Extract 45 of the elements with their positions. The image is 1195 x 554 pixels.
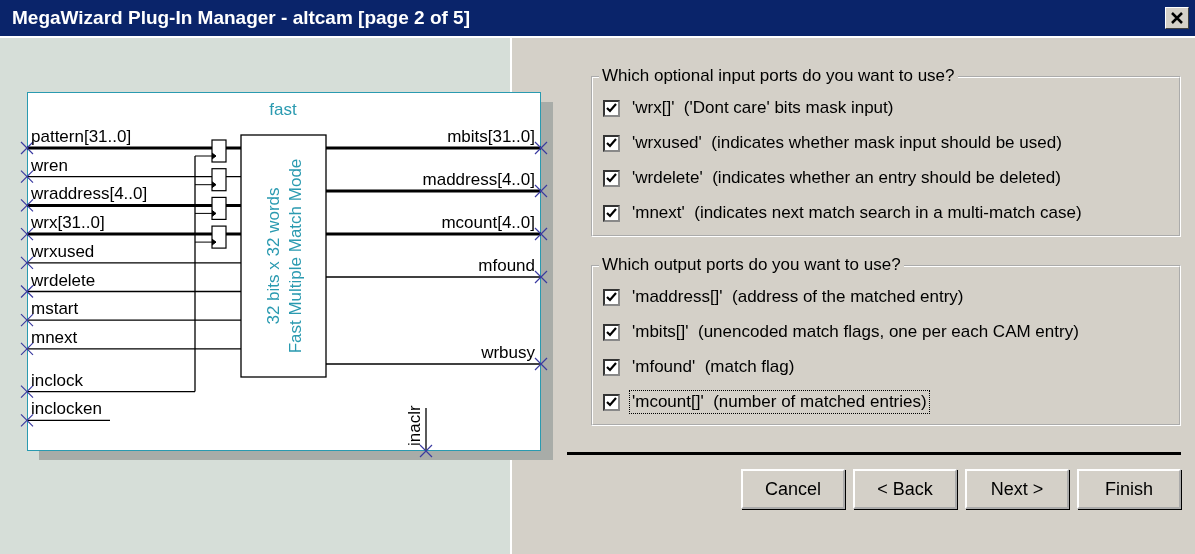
port-label: wrx[31..0] xyxy=(31,213,105,233)
checkbox[interactable] xyxy=(603,288,620,306)
close-button[interactable] xyxy=(1165,7,1189,29)
group-legend: Which output ports do you want to use? xyxy=(599,255,904,275)
port-label: maddress[4..0] xyxy=(422,170,535,189)
port-label: wrbusy xyxy=(481,343,535,362)
port-label: wren xyxy=(31,155,68,175)
core-label: Fast Multiple Match Mode xyxy=(286,158,306,354)
checkbox-label[interactable]: 'mbits[]' (unencoded match flags, one per each CAM entry) xyxy=(629,320,1082,344)
checkbox[interactable] xyxy=(603,323,620,341)
port-label: wrdelete xyxy=(31,270,96,290)
port-label: pattern[31..0] xyxy=(31,127,132,146)
port-label: inclock xyxy=(31,370,83,390)
window-title: MegaWizard Plug-In Manager - altcam [page 2 of 5] xyxy=(12,7,470,29)
dialog-button[interactable]: Next > xyxy=(965,469,1069,509)
checkbox-label[interactable]: 'wrx[]' ('Dont care' bits mask input) xyxy=(629,96,897,120)
checkbox-label[interactable]: 'mfound' (match flag) xyxy=(629,355,798,379)
checkbox-label[interactable]: 'wrxused' (indicates whether mask input should be used) xyxy=(629,131,1065,155)
port-label: mstart xyxy=(31,299,79,319)
checkbox[interactable] xyxy=(603,204,620,222)
port-wire xyxy=(419,407,433,458)
port-label: mnext xyxy=(31,327,78,347)
checkbox-label[interactable]: 'maddress[]' (address of the matched entry) xyxy=(629,285,967,309)
group-legend: Which optional input ports do you want to use? xyxy=(599,66,958,86)
dialog-button[interactable]: Finish xyxy=(1077,469,1181,509)
checkbox-label[interactable]: 'mcount[]' (number of matched entries) xyxy=(629,390,930,414)
port-label: inclocken xyxy=(31,399,102,419)
dialog-button[interactable]: < Back xyxy=(853,469,957,509)
dialog-button[interactable]: Cancel xyxy=(741,469,845,509)
core-label: 32 bits x 32 words xyxy=(264,187,284,325)
symbol-title: fast xyxy=(269,100,297,119)
port-label: wraddress[4..0] xyxy=(31,184,148,204)
checkbox[interactable] xyxy=(603,358,620,376)
checkbox-label[interactable]: 'wrdelete' (indicates whether an entry should be deleted) xyxy=(629,166,1064,190)
checkbox-label[interactable]: 'mnext' (indicates next match search in a multi-match case) xyxy=(629,201,1085,225)
close-icon xyxy=(1170,12,1184,24)
port-label: mfound xyxy=(478,256,535,275)
port-label: wrxused xyxy=(31,241,95,261)
checkbox[interactable] xyxy=(603,393,620,411)
checkbox[interactable] xyxy=(603,134,620,152)
checkbox[interactable] xyxy=(603,169,620,187)
port-label: inaclr xyxy=(405,405,424,446)
port-label: mcount[4..0] xyxy=(441,213,535,232)
checkbox[interactable] xyxy=(603,99,620,117)
port-label: mbits[31..0] xyxy=(447,127,535,146)
